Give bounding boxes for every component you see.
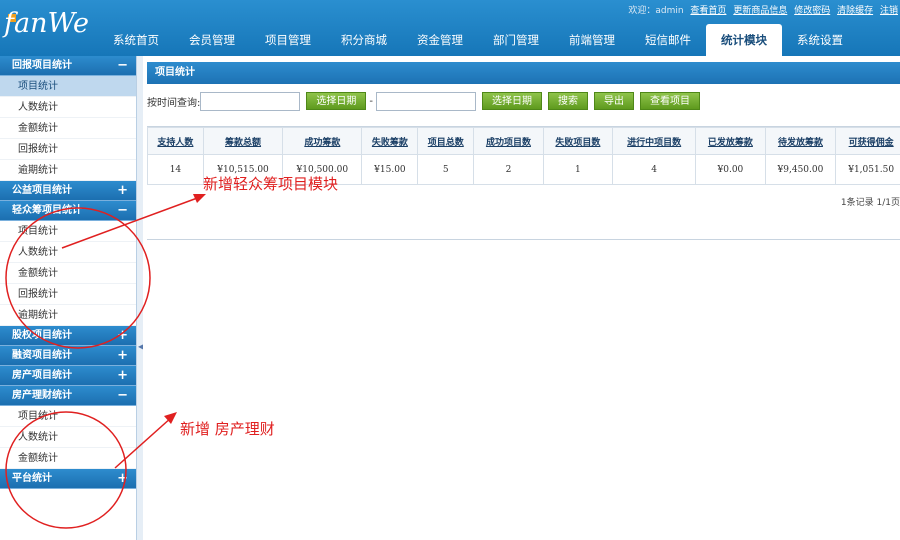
view-projects-button[interactable]: 查看项目: [639, 92, 700, 110]
table-header-row: 支持人数 筹款总额 成功筹款 失败筹款 项目总数 成功项目数 失败项目数 进行中…: [147, 127, 900, 155]
expand-icon[interactable]: +: [117, 469, 128, 489]
column-header[interactable]: 支持人数: [147, 127, 204, 155]
sidebar-item-reward-stats[interactable]: 回报统计: [0, 284, 136, 305]
sidebar-section-financing[interactable]: 融资项目统计 +: [0, 346, 136, 366]
column-header[interactable]: 可获得佣金: [835, 127, 900, 155]
column-header[interactable]: 成功项目数: [473, 127, 544, 155]
nav-project-management[interactable]: 项目管理: [250, 24, 326, 56]
nav-points-mall[interactable]: 积分商城: [326, 24, 402, 56]
nav-system-home[interactable]: 系统首页: [98, 24, 174, 56]
link-logout[interactable]: 注销: [880, 6, 898, 16]
logo[interactable]: fanWe: [4, 8, 89, 39]
collapse-icon[interactable]: −: [117, 201, 128, 221]
sidebar-section-real-estate-finance[interactable]: 房产理财统计 −: [0, 386, 136, 406]
search-button[interactable]: 搜索: [547, 92, 588, 110]
sidebar-section-platform[interactable]: 平台统计 +: [0, 469, 136, 489]
sidebar-section-title: 轻众筹项目统计: [12, 205, 82, 216]
header-links: 欢迎：admin 查看首页 更新商品信息 修改密码 清除缓存 注销: [628, 3, 898, 16]
column-header[interactable]: 失败项目数: [542, 127, 614, 155]
table-cell: 5: [417, 154, 475, 185]
column-header[interactable]: 失败筹款: [361, 127, 419, 155]
annotation-note-real-estate-finance: 新增 房产理财: [180, 420, 275, 438]
sidebar-item-amount-stats[interactable]: 金额统计: [0, 118, 136, 139]
sidebar-section-title: 房产理财统计: [12, 390, 72, 401]
table-cell: ¥15.00: [361, 154, 419, 185]
nav-frontend-management[interactable]: 前端管理: [554, 24, 630, 56]
filter-bar: 按时间查询: 选择日期 - 选择日期 搜索 导出 查看项目: [147, 91, 700, 111]
sidebar-item-people-stats[interactable]: 人数统计: [0, 97, 136, 118]
expand-icon[interactable]: +: [117, 346, 128, 366]
link-update-goods[interactable]: 更新商品信息: [733, 6, 787, 16]
sidebar-item-overdue-stats[interactable]: 逾期统计: [0, 160, 136, 181]
table-cell: 14: [147, 154, 204, 185]
table-cell: ¥9,450.00: [764, 154, 837, 185]
top-bar: fanWe 欢迎：admin 查看首页 更新商品信息 修改密码 清除缓存 注销 …: [0, 0, 900, 56]
welcome-text: 欢迎：admin: [628, 6, 684, 16]
table-cell: 1: [542, 154, 614, 185]
sidebar-section-title: 融资项目统计: [12, 350, 72, 361]
link-clear-cache[interactable]: 清除缓存: [837, 6, 873, 16]
main-content: 项目统计 按时间查询: 选择日期 - 选择日期 搜索 导出 查看项目 支持人数 …: [143, 56, 900, 540]
sidebar-item-project-stats[interactable]: 项目统计: [0, 76, 136, 97]
table-cell: ¥0.00: [695, 154, 766, 185]
table-cell: 2: [473, 154, 544, 185]
expand-icon[interactable]: +: [117, 326, 128, 346]
sidebar-section-title: 房产项目统计: [12, 370, 72, 381]
expand-icon[interactable]: +: [117, 181, 128, 201]
table-divider: [147, 239, 900, 240]
collapse-icon[interactable]: −: [117, 386, 128, 406]
sidebar-item-reward-stats[interactable]: 回报统计: [0, 139, 136, 160]
collapse-icon[interactable]: −: [117, 56, 128, 76]
link-change-password[interactable]: 修改密码: [794, 6, 830, 16]
sidebar-item-overdue-stats[interactable]: 逾期统计: [0, 305, 136, 326]
pager: 1条记录 1/1页: [840, 198, 900, 208]
sidebar-section-reward[interactable]: 回报项目统计 −: [0, 56, 136, 76]
column-header[interactable]: 已发放筹款: [695, 127, 766, 155]
nav-department-management[interactable]: 部门管理: [478, 24, 554, 56]
page-title: 项目统计: [147, 62, 900, 84]
sidebar-section-real-estate[interactable]: 房产项目统计 +: [0, 366, 136, 386]
sidebar-item-project-stats[interactable]: 项目统计: [0, 406, 136, 427]
column-header[interactable]: 成功筹款: [282, 127, 363, 155]
main-nav: 系统首页 会员管理 项目管理 积分商城 资金管理 部门管理 前端管理 短信邮件 …: [98, 24, 858, 56]
sidebar: 回报项目统计 − 项目统计 人数统计 金额统计 回报统计 逾期统计 公益项目统计…: [0, 56, 137, 540]
sidebar-item-amount-stats[interactable]: 金额统计: [0, 263, 136, 284]
sidebar-item-people-stats[interactable]: 人数统计: [0, 242, 136, 263]
table-cell: 4: [612, 154, 697, 185]
nav-system-settings[interactable]: 系统设置: [782, 24, 858, 56]
column-header[interactable]: 项目总数: [417, 127, 475, 155]
sidebar-section-light-crowdfunding[interactable]: 轻众筹项目统计 −: [0, 201, 136, 221]
link-view-home[interactable]: 查看首页: [690, 6, 726, 16]
nav-sms-email[interactable]: 短信邮件: [630, 24, 706, 56]
table-cell: ¥1,051.50: [835, 154, 900, 185]
pick-end-date-button[interactable]: 选择日期: [481, 92, 542, 110]
pick-start-date-button[interactable]: 选择日期: [306, 92, 367, 110]
nav-member-management[interactable]: 会员管理: [174, 24, 250, 56]
sidebar-item-amount-stats[interactable]: 金额统计: [0, 448, 136, 469]
column-header[interactable]: 进行中项目数: [612, 127, 697, 155]
expand-icon[interactable]: +: [117, 366, 128, 386]
filter-label: 按时间查询:: [147, 97, 201, 109]
column-header[interactable]: 待发放筹款: [764, 127, 837, 155]
sidebar-section-title: 平台统计: [12, 473, 52, 484]
column-header[interactable]: 筹款总额: [202, 127, 284, 155]
sidebar-section-equity[interactable]: 股权项目统计 +: [0, 326, 136, 346]
sidebar-section-title: 回报项目统计: [12, 60, 72, 71]
sidebar-section-charity[interactable]: 公益项目统计 +: [0, 181, 136, 201]
start-date-input[interactable]: [200, 91, 301, 111]
sidebar-section-title: 股权项目统计: [12, 330, 72, 341]
annotation-note-light-crowdfunding: 新增轻众筹项目模块: [203, 175, 339, 193]
date-separator: -: [369, 95, 373, 107]
sidebar-section-title: 公益项目统计: [12, 185, 72, 196]
export-button[interactable]: 导出: [593, 92, 634, 110]
sidebar-item-people-stats[interactable]: 人数统计: [0, 427, 136, 448]
nav-funds-management[interactable]: 资金管理: [402, 24, 478, 56]
nav-statistics-module[interactable]: 统计模块: [706, 24, 782, 56]
end-date-input[interactable]: [375, 91, 476, 111]
sidebar-item-project-stats[interactable]: 项目统计: [0, 221, 136, 242]
